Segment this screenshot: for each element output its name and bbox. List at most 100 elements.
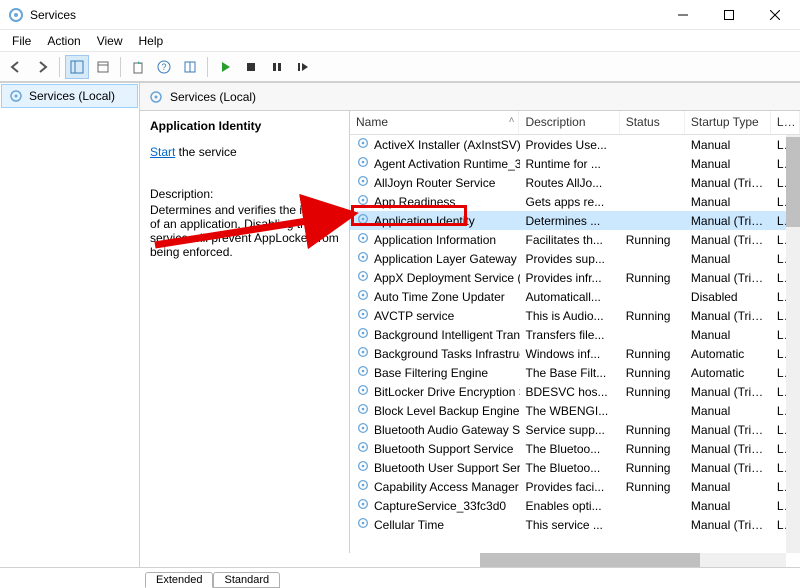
service-row[interactable]: App ReadinessGets apps re...ManualLoc: [350, 192, 800, 211]
refresh-button[interactable]: [178, 55, 202, 79]
service-name-cell: BitLocker Drive Encryption S...: [350, 382, 520, 401]
column-description[interactable]: Description: [519, 111, 619, 134]
service-row[interactable]: Block Level Backup Engine S...The WBENGI…: [350, 401, 800, 420]
service-description-cell: Provides faci...: [520, 479, 620, 495]
service-row[interactable]: Application Layer Gateway S...Provides s…: [350, 249, 800, 268]
service-status-cell: [620, 144, 685, 146]
toolbar-separator: [59, 57, 60, 77]
service-name-cell: Agent Activation Runtime_3...: [350, 154, 520, 173]
service-name-cell: Capability Access Manager S...: [350, 477, 520, 496]
menu-help[interactable]: Help: [131, 32, 172, 50]
back-button[interactable]: [4, 55, 28, 79]
service-status-cell: Running: [620, 441, 685, 457]
restart-service-button[interactable]: [291, 55, 315, 79]
service-startup-cell: Automatic: [685, 346, 771, 362]
tab-extended[interactable]: Extended: [145, 572, 213, 588]
column-status[interactable]: Status: [620, 111, 685, 134]
service-row[interactable]: AVCTP serviceThis is Audio...RunningManu…: [350, 306, 800, 325]
service-name-text: CaptureService_33fc3d0: [374, 499, 506, 513]
stop-service-button[interactable]: [239, 55, 263, 79]
service-description-cell: Runtime for ...: [520, 156, 620, 172]
service-name-cell: Bluetooth Audio Gateway Se...: [350, 420, 520, 439]
service-name-text: AllJoyn Router Service: [374, 176, 495, 190]
service-row[interactable]: Bluetooth Support ServiceThe Bluetoo...R…: [350, 439, 800, 458]
start-service-link[interactable]: Start: [150, 145, 175, 159]
service-name-text: Bluetooth User Support Serv...: [374, 461, 520, 475]
service-row[interactable]: Background Intelligent Tran...Transfers …: [350, 325, 800, 344]
service-row[interactable]: Bluetooth User Support Serv...The Blueto…: [350, 458, 800, 477]
menu-view[interactable]: View: [89, 32, 131, 50]
properties-button[interactable]: [91, 55, 115, 79]
service-status-cell: Running: [620, 460, 685, 476]
column-log-on-as[interactable]: Loc: [771, 111, 800, 134]
scrollbar-thumb[interactable]: [786, 137, 800, 227]
service-row[interactable]: CaptureService_33fc3d0Enables opti...Man…: [350, 496, 800, 515]
show-hide-tree-button[interactable]: [65, 55, 89, 79]
minimize-button[interactable]: [660, 0, 706, 30]
close-button[interactable]: [752, 0, 798, 30]
service-status-cell: Running: [620, 479, 685, 495]
detail-pane: Application Identity Start the service D…: [140, 111, 350, 553]
service-row[interactable]: Application InformationFacilitates th...…: [350, 230, 800, 249]
service-startup-cell: Manual: [685, 156, 771, 172]
service-row[interactable]: Agent Activation Runtime_3...Runtime for…: [350, 154, 800, 173]
service-name-cell: ActiveX Installer (AxInstSV): [350, 135, 520, 154]
vertical-scrollbar[interactable]: [786, 135, 800, 553]
service-row[interactable]: Auto Time Zone UpdaterAutomaticall...Dis…: [350, 287, 800, 306]
service-description-cell: This service ...: [520, 517, 620, 533]
forward-button[interactable]: [30, 55, 54, 79]
service-name-text: Background Tasks Infrastruc...: [374, 347, 520, 361]
gear-icon: [356, 212, 370, 229]
service-name-cell: Application Identity: [350, 211, 520, 230]
service-row[interactable]: Background Tasks Infrastruc...Windows in…: [350, 344, 800, 363]
service-row[interactable]: BitLocker Drive Encryption S...BDESVC ho…: [350, 382, 800, 401]
horizontal-scrollbar[interactable]: [480, 553, 786, 567]
service-name-text: Agent Activation Runtime_3...: [374, 157, 520, 171]
menu-action[interactable]: Action: [39, 32, 88, 50]
service-row[interactable]: Bluetooth Audio Gateway Se...Service sup…: [350, 420, 800, 439]
service-name-text: AVCTP service: [374, 309, 454, 323]
service-startup-cell: Manual: [685, 498, 771, 514]
service-row[interactable]: AppX Deployment Service (A...Provides in…: [350, 268, 800, 287]
maximize-button[interactable]: [706, 0, 752, 30]
gear-icon: [356, 155, 370, 172]
service-description-cell: The WBENGI...: [520, 403, 620, 419]
start-suffix: the service: [175, 145, 236, 159]
service-row[interactable]: Application IdentityDetermines ...Manual…: [350, 211, 800, 230]
service-row[interactable]: Cellular TimeThis service ...Manual (Tri…: [350, 515, 800, 534]
content-header: Services (Local): [140, 83, 800, 111]
service-description-cell: Automaticall...: [520, 289, 620, 305]
service-row[interactable]: Capability Access Manager S...Provides f…: [350, 477, 800, 496]
service-status-cell: [620, 296, 685, 298]
service-name-text: Bluetooth Support Service: [374, 442, 513, 456]
nav-services-local[interactable]: Services (Local): [1, 84, 138, 108]
gear-icon: [356, 231, 370, 248]
service-row[interactable]: AllJoyn Router ServiceRoutes AllJo...Man…: [350, 173, 800, 192]
export-button[interactable]: [126, 55, 150, 79]
pause-service-button[interactable]: [265, 55, 289, 79]
help-button[interactable]: ?: [152, 55, 176, 79]
column-name[interactable]: Name: [350, 111, 519, 134]
scrollbar-thumb[interactable]: [480, 553, 700, 567]
service-startup-cell: Manual: [685, 479, 771, 495]
gear-icon: [148, 89, 164, 105]
gear-icon: [356, 440, 370, 457]
tab-standard[interactable]: Standard: [213, 572, 280, 588]
service-row[interactable]: ActiveX Installer (AxInstSV)Provides Use…: [350, 135, 800, 154]
service-name-cell: Auto Time Zone Updater: [350, 287, 520, 306]
service-name-cell: AppX Deployment Service (A...: [350, 268, 520, 287]
service-name-text: Cellular Time: [374, 518, 444, 532]
menu-file[interactable]: File: [4, 32, 39, 50]
service-description-cell: Provides Use...: [520, 137, 620, 153]
service-description-cell: Service supp...: [520, 422, 620, 438]
service-status-cell: [620, 182, 685, 184]
column-startup-type[interactable]: Startup Type: [685, 111, 771, 134]
start-service-button[interactable]: [213, 55, 237, 79]
service-name-text: Auto Time Zone Updater: [374, 290, 505, 304]
service-status-cell: [620, 524, 685, 526]
service-description-cell: This is Audio...: [520, 308, 620, 324]
service-row[interactable]: Base Filtering EngineThe Base Filt...Run…: [350, 363, 800, 382]
gear-icon: [356, 383, 370, 400]
service-description-cell: BDESVC hos...: [520, 384, 620, 400]
service-startup-cell: Manual (Trigg...: [685, 384, 771, 400]
